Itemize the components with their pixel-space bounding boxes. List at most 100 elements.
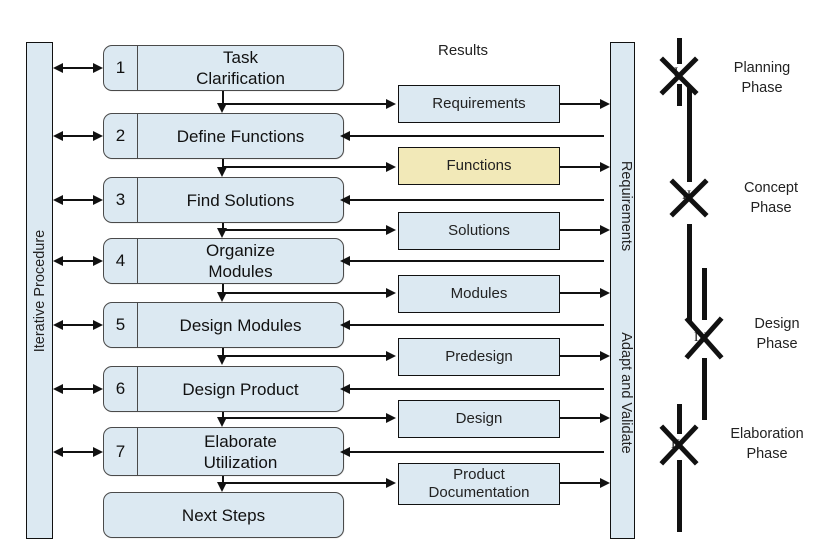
process-step-2-label: Define Functions: [176, 126, 305, 146]
iter-arrow-left-1: [53, 63, 63, 73]
modules-to-bar: [560, 292, 604, 295]
line1: Task: [223, 48, 258, 67]
result-box-product-documentation[interactable]: Product Documentation: [398, 463, 560, 505]
phase-label-iii: Design Phase: [722, 314, 832, 354]
process-step-3[interactable]: 3 Find Solutions: [103, 177, 344, 223]
iter-arrow-left-3: [53, 195, 63, 205]
iter-arrow-left-6: [53, 384, 63, 394]
result-box-requirements[interactable]: Requirements: [398, 85, 560, 123]
flow-down-arrow-2: [217, 167, 227, 177]
step1-to-requirements-arrow: [386, 99, 396, 109]
predesign-to-bar-arrow: [600, 351, 610, 361]
functions-to-bar-arrow: [600, 162, 610, 172]
result-box-functions[interactable]: Functions: [398, 147, 560, 185]
bar-to-step3-feedback: [348, 199, 604, 202]
iter-arrow-left-4: [53, 256, 63, 266]
phase-track-ii-top: [687, 86, 692, 182]
predesign-to-bar: [560, 355, 604, 358]
step2-to-functions-arrow: [386, 162, 396, 172]
next-steps-label: Next Steps: [181, 505, 266, 525]
design-to-bar: [560, 417, 604, 420]
adapt-validate-bar-label: Adapt and Validate: [618, 332, 634, 454]
product-doc-to-bar-arrow: [600, 478, 610, 488]
design-to-bar-arrow: [600, 413, 610, 423]
phase-label-iv: Elaboration Phase: [703, 424, 831, 464]
iter-arrow-right-2: [93, 131, 103, 141]
step5-to-predesign: [222, 355, 388, 358]
result-box-modules[interactable]: Modules: [398, 275, 560, 313]
product-doc-to-bar: [560, 482, 604, 485]
phase-track-left-iv-bottom: [677, 460, 682, 532]
bar-to-step7-feedback: [348, 451, 604, 454]
bar-to-step4-feedback: [348, 260, 604, 263]
solutions-to-bar-arrow: [600, 225, 610, 235]
step3-to-solutions-arrow: [386, 225, 396, 235]
line2: Modules: [208, 262, 273, 281]
requirements-bar-label: Requirements: [618, 160, 634, 252]
iter-arrow-right-7: [93, 447, 103, 457]
phase-i-line1: Planning: [733, 60, 791, 76]
step6-to-design-arrow: [386, 413, 396, 423]
process-step-5[interactable]: 5 Design Modules: [103, 302, 344, 348]
line1: Elaborate: [204, 431, 277, 451]
process-step-7-label: Elaborate Utilization: [138, 428, 343, 475]
line2: Documentation: [428, 484, 530, 501]
phase-numeral-iii: III: [694, 329, 709, 344]
step2-to-functions: [222, 166, 388, 169]
bar-to-step5-feedback: [348, 324, 604, 327]
bar-to-step5-arrow: [340, 320, 350, 330]
step1-to-requirements: [222, 103, 388, 106]
phase-i-line2: Phase: [741, 80, 783, 96]
bar-to-step3-arrow: [340, 195, 350, 205]
solutions-to-bar: [560, 229, 604, 232]
result-box-design[interactable]: Design: [398, 400, 560, 438]
bar-to-step7-arrow: [340, 447, 350, 457]
process-step-1-label: Task Clarification: [138, 46, 343, 90]
phase-numeral-ii: II: [682, 187, 692, 202]
process-step-6[interactable]: 6 Design Product: [103, 366, 344, 412]
step4-to-modules: [222, 292, 388, 295]
step5-to-predesign-arrow: [386, 351, 396, 361]
bar-to-step4-arrow: [340, 256, 350, 266]
step7-to-product-doc: [222, 482, 388, 485]
phase-track-ii-bottom: [687, 224, 692, 322]
process-step-7-number: 7: [104, 428, 138, 475]
next-steps-box[interactable]: Next Steps: [103, 492, 344, 538]
process-step-4-number: 4: [104, 239, 138, 283]
phase-numeral-iv: IV: [671, 436, 686, 451]
phase-numeral-i: I: [674, 64, 679, 79]
iterative-procedure-label: Iterative Procedure: [32, 229, 48, 353]
iter-arrow-right-3: [93, 195, 103, 205]
phase-marker-i: [659, 56, 699, 96]
process-step-1[interactable]: 1 Task Clarification: [103, 45, 344, 91]
process-step-6-number: 6: [104, 367, 138, 411]
phase-label-ii: Concept Phase: [712, 178, 830, 218]
result-box-solutions[interactable]: Solutions: [398, 212, 560, 250]
step4-to-modules-arrow: [386, 288, 396, 298]
step7-to-product-doc-arrow: [386, 478, 396, 488]
phase-track-iii-top: [702, 268, 707, 320]
process-step-5-number: 5: [104, 303, 138, 347]
process-step-4[interactable]: 4 Organize Modules: [103, 238, 344, 284]
iter-arrow-right-6: [93, 384, 103, 394]
phase-iv-line1: Elaboration: [730, 426, 804, 442]
process-step-7[interactable]: 7 Elaborate Utilization: [103, 427, 344, 476]
iter-arrow-right-4: [93, 256, 103, 266]
step6-to-design: [222, 417, 388, 420]
process-step-2[interactable]: 2 Define Functions: [103, 113, 344, 159]
requirements-to-bar: [560, 103, 604, 106]
phase-track-iii-bottom: [702, 358, 707, 420]
line2: Clarification: [196, 69, 285, 88]
line1: Product: [453, 466, 505, 483]
bar-to-step2-arrow: [340, 131, 350, 141]
line2: Utilization: [203, 452, 278, 472]
functions-to-bar: [560, 166, 604, 169]
phase-iv-line2: Phase: [746, 446, 788, 462]
results-header: Results: [438, 42, 489, 59]
process-step-3-label: Find Solutions: [186, 190, 295, 210]
phase-ii-line2: Phase: [750, 200, 792, 216]
iter-arrow-left-5: [53, 320, 63, 330]
iter-arrow-left-7: [53, 447, 63, 457]
result-box-predesign[interactable]: Predesign: [398, 338, 560, 376]
process-step-4-label: Organize Modules: [138, 239, 343, 283]
